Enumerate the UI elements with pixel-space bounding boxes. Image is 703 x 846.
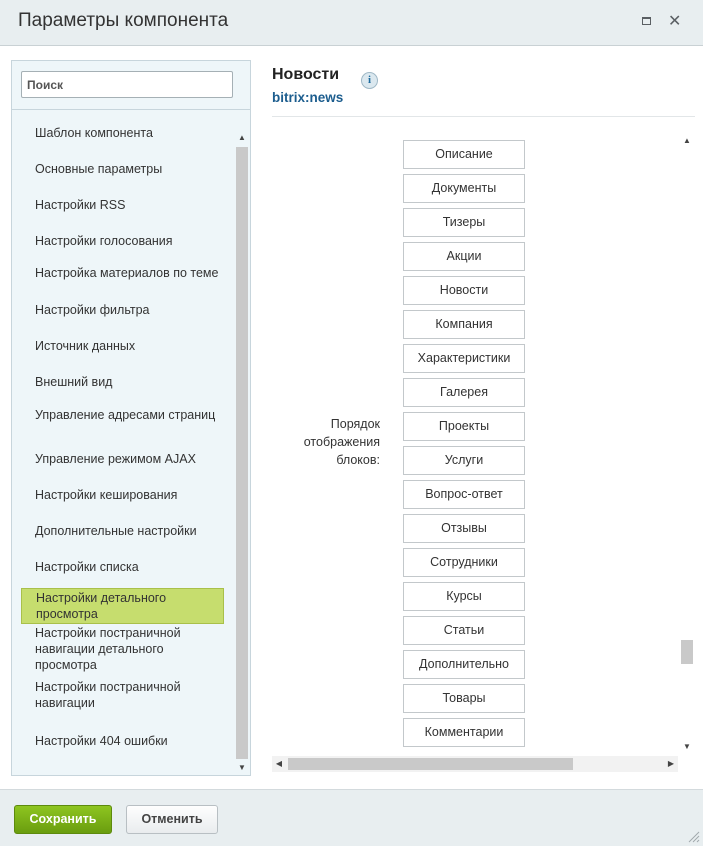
scroll-down-icon[interactable]: ▼	[235, 761, 249, 775]
sidebar-item[interactable]: Дополнительные настройки	[21, 517, 224, 545]
block-order-item[interactable]: Вопрос-ответ	[403, 480, 525, 509]
scroll-down-icon[interactable]: ▼	[680, 740, 694, 754]
horizontal-scrollbar-thumb[interactable]	[288, 758, 573, 770]
sidebar-item-label: Управление режимом AJAX	[35, 452, 196, 466]
sidebar-item[interactable]: Настройки голосования	[21, 227, 224, 255]
sidebar-item-label: Настройки фильтра	[35, 303, 150, 317]
dialog-footer: Сохранить Отменить	[0, 789, 703, 846]
scrollbar-thumb[interactable]	[236, 147, 248, 759]
block-order-item[interactable]: Акции	[403, 242, 525, 271]
info-icon[interactable]: i	[361, 72, 378, 89]
search-input[interactable]	[21, 71, 233, 98]
sidebar-item[interactable]: Настройки 404 ошибки	[21, 727, 224, 755]
sidebar-item-label: Настройки RSS	[35, 198, 126, 212]
block-order-item[interactable]: Услуги	[403, 446, 525, 475]
main-divider	[272, 116, 695, 117]
resize-grip-icon[interactable]	[688, 831, 700, 843]
sidebar-item-label: Управление адресами страниц	[35, 408, 216, 422]
component-code: bitrix:news	[272, 90, 344, 105]
block-order-item[interactable]: Галерея	[403, 378, 525, 407]
block-order-item[interactable]: Тизеры	[403, 208, 525, 237]
sidebar-item-label: Настройки детального просмотра	[36, 591, 167, 621]
sidebar-item[interactable]: Шаблон компонента	[21, 119, 224, 147]
sidebar-item-label: Настройки 404 ошибки	[35, 734, 168, 748]
block-order-item[interactable]: Отзывы	[403, 514, 525, 543]
sidebar-item[interactable]: Внешний вид	[21, 368, 224, 396]
sidebar-item-label: Настройки голосования	[35, 234, 173, 248]
sidebar-item-label: Шаблон компонента	[35, 126, 153, 140]
sidebar-item-label: Настройки постраничной навигации	[35, 680, 181, 710]
block-order-item[interactable]: Дополнительно	[403, 650, 525, 679]
sidebar-item[interactable]: Настройки постраничной навигации детальн…	[21, 626, 224, 672]
block-order-item[interactable]: Проекты	[403, 412, 525, 441]
block-order-item[interactable]: Документы	[403, 174, 525, 203]
scroll-up-icon[interactable]: ▲	[680, 134, 694, 148]
close-icon[interactable]: ✕	[668, 12, 681, 32]
sidebar-item-label: Основные параметры	[35, 162, 163, 176]
maximize-icon[interactable]	[642, 17, 651, 25]
block-order-item[interactable]: Характеристики	[403, 344, 525, 373]
sidebar-item[interactable]: Управление адресами страниц	[21, 399, 224, 431]
sidebar-item[interactable]: Настройки RSS	[21, 191, 224, 219]
sidebar-item[interactable]: Настройка материалов по теме	[21, 257, 224, 289]
main-scrollbar[interactable]: ▲ ▼	[680, 134, 694, 754]
cancel-button[interactable]: Отменить	[126, 805, 218, 834]
dialog-title: Параметры компонента	[18, 10, 229, 31]
block-order-item[interactable]: Статьи	[403, 616, 525, 645]
horizontal-scrollbar[interactable]: ◀ ▶	[272, 756, 678, 772]
sidebar-item-label: Настройки постраничной навигации детальн…	[35, 626, 181, 672]
scroll-left-icon[interactable]: ◀	[272, 756, 286, 772]
block-order-item[interactable]: Сотрудники	[403, 548, 525, 577]
block-order-item[interactable]: Компания	[403, 310, 525, 339]
sidebar-item-label: Настройка материалов по теме	[35, 266, 219, 280]
sidebar-item-label: Настройки списка	[35, 560, 139, 574]
sidebar-item[interactable]: Источник данных	[21, 332, 224, 360]
block-order-item[interactable]: Комментарии	[403, 718, 525, 747]
sidebar-divider	[12, 109, 250, 110]
sidebar-item[interactable]: Настройки кеширования	[21, 481, 224, 509]
block-order-label: Порядок отображения блоков:	[303, 417, 380, 467]
scrollbar-thumb[interactable]	[681, 640, 693, 664]
sidebar-item[interactable]: Настройки списка	[21, 553, 224, 581]
scroll-up-icon[interactable]: ▲	[235, 131, 249, 145]
sidebar-item-label: Дополнительные настройки	[35, 524, 197, 538]
sidebar-item[interactable]: Настройки фильтра	[21, 296, 224, 324]
sidebar-item-label: Настройки кеширования	[35, 488, 178, 502]
block-order-item[interactable]: Курсы	[403, 582, 525, 611]
sidebar-item[interactable]: Настройки детального просмотра	[21, 588, 224, 624]
sidebar-item[interactable]: Настройки постраничной навигации	[21, 679, 224, 711]
dialog-titlebar: Параметры компонента ✕	[0, 0, 703, 46]
scroll-right-icon[interactable]: ▶	[664, 756, 678, 772]
block-order-item[interactable]: Новости	[403, 276, 525, 305]
component-title: Новости	[272, 66, 340, 83]
block-order-item[interactable]: Описание	[403, 140, 525, 169]
sidebar-item-label: Внешний вид	[35, 375, 113, 389]
sidebar-scrollbar[interactable]: ▲ ▼	[235, 131, 249, 775]
sidebar-item[interactable]: Основные параметры	[21, 155, 224, 183]
sidebar: Шаблон компонента Основные параметры Настр…	[11, 60, 251, 776]
sidebar-item[interactable]: Управление режимом AJAX	[21, 445, 224, 473]
save-button[interactable]: Сохранить	[14, 805, 112, 834]
block-order-item[interactable]: Товары	[403, 684, 525, 713]
sidebar-item-label: Источник данных	[35, 339, 136, 353]
